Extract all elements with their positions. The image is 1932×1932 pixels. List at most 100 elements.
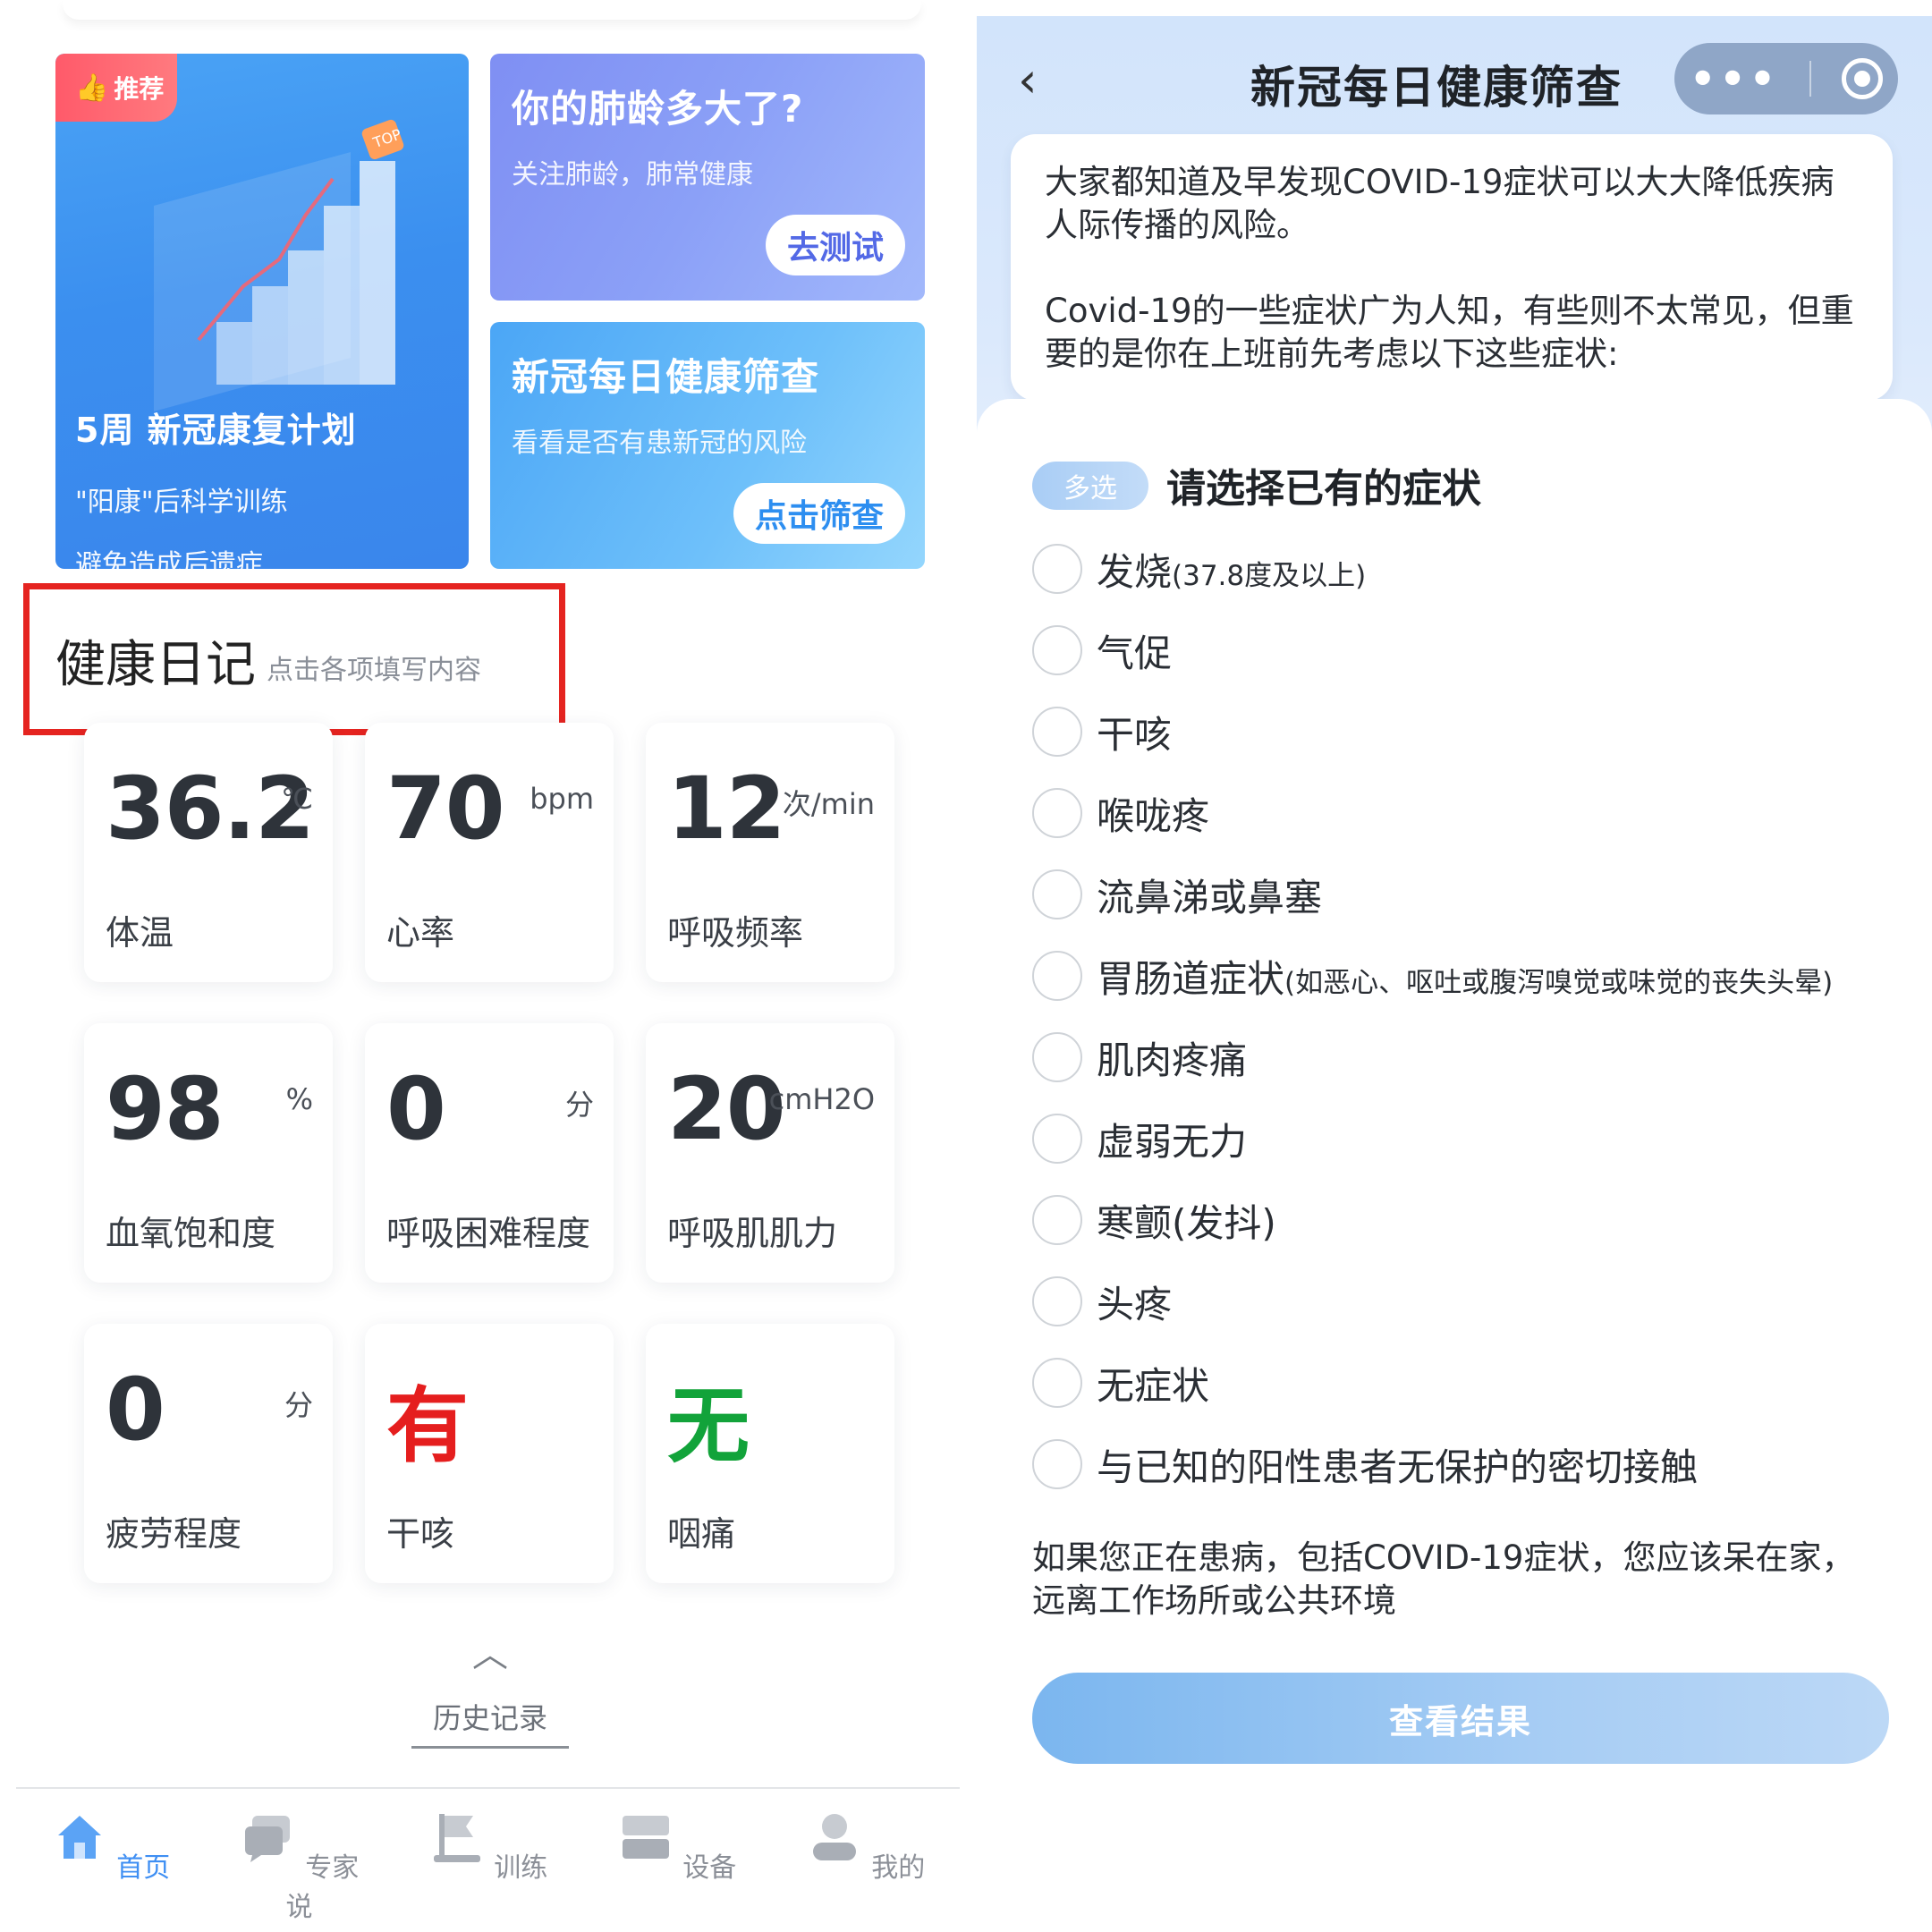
checkbox-circle-icon[interactable] <box>1032 951 1082 1001</box>
checkbox-circle-icon[interactable] <box>1032 1358 1082 1408</box>
home-icon <box>57 1816 101 1859</box>
lung-test-button[interactable]: 去测试 <box>765 215 905 275</box>
symptom-form: 多选 请选择已有的症状 发烧(37.8度及以上) 气促 干咳 喉咙疼 流鼻涕或鼻… <box>977 399 1932 1932</box>
flag-icon <box>433 1814 480 1862</box>
checkbox-circle-icon[interactable] <box>1032 544 1082 594</box>
metric-label: 干咳 <box>386 1514 455 1554</box>
covid-screening-card[interactable]: 新冠每日健康筛查 看看是否有患新冠的风险 点击筛查 <box>490 322 925 569</box>
metric-value: 有 <box>386 1378 469 1474</box>
view-result-button[interactable]: 查看结果 <box>1032 1673 1889 1764</box>
checkbox-circle-icon[interactable] <box>1032 1032 1082 1082</box>
tab-experts[interactable]: 专家说 <box>228 1809 371 1932</box>
checkbox-circle-icon[interactable] <box>1032 869 1082 919</box>
metric-unit: 次/min <box>782 787 875 821</box>
metric-value: 20 <box>667 1059 786 1159</box>
tab-label: 专家说 <box>285 1852 360 1923</box>
checkbox-circle-icon[interactable] <box>1032 1439 1082 1489</box>
metric-label: 呼吸频率 <box>667 913 804 953</box>
chevron-up-icon: ︿ <box>472 1634 508 1675</box>
checkbox-circle-icon[interactable] <box>1032 625 1082 675</box>
multi-select-tag: 多选 <box>1032 462 1148 510</box>
metric-label: 疲劳程度 <box>106 1514 242 1554</box>
option-label: 虚弱无力 <box>1097 1119 1248 1164</box>
option-label: 气促 <box>1097 631 1173 675</box>
option-weakness[interactable]: 虚弱无力 <box>1032 1112 1247 1165</box>
metric-respiratory-rate[interactable]: 12 次/min 呼吸频率 <box>646 723 894 982</box>
chat-icon <box>244 1816 290 1862</box>
question-title: 请选择已有的症状 <box>1166 466 1481 512</box>
checkbox-circle-icon[interactable] <box>1032 1195 1082 1245</box>
option-fever[interactable]: 发烧(37.8度及以上) <box>1032 542 1366 596</box>
option-dry-cough[interactable]: 干咳 <box>1032 705 1172 758</box>
metric-unit: cmH2O <box>768 1082 875 1116</box>
user-icon <box>812 1814 856 1860</box>
checkbox-circle-icon[interactable] <box>1032 788 1082 838</box>
tab-me[interactable]: 我的 <box>794 1809 937 1932</box>
metric-unit: 分 <box>284 1388 313 1422</box>
option-label: 肌肉疼痛 <box>1097 1038 1248 1082</box>
close-target-icon[interactable] <box>1842 58 1884 99</box>
option-label: 发烧 <box>1097 549 1173 594</box>
checkbox-circle-icon[interactable] <box>1032 1276 1082 1326</box>
tab-home[interactable]: 首页 <box>39 1809 182 1932</box>
recovery-plan-card[interactable]: 👍 推荐 TOP 5周 新冠康复计划 "阳康"后科学训练 避免造成后遗症 <box>55 54 469 569</box>
metric-unit: bpm <box>530 782 594 816</box>
tab-label: 设备 <box>682 1852 737 1884</box>
tab-label: 训练 <box>494 1852 548 1884</box>
option-label: 无症状 <box>1097 1363 1210 1408</box>
lung-age-title: 你的肺龄多大了? <box>512 87 804 131</box>
plan-title: 5周 新冠康复计划 <box>75 411 357 450</box>
metric-label: 咽痛 <box>667 1514 736 1554</box>
lung-age-card[interactable]: 你的肺龄多大了? 关注肺龄，肺常健康 去测试 <box>490 54 925 301</box>
metric-label: 血氧饱和度 <box>106 1214 276 1253</box>
option-label: 与已知的阳性患者无保护的密切接触 <box>1097 1445 1699 1489</box>
option-no-symptoms[interactable]: 无症状 <box>1032 1356 1209 1410</box>
screening-screen: ‹ 新冠每日健康筛查 ••• 大家都知道及早发现COVID-19症状可以大大降低… <box>977 0 1932 1932</box>
option-runny-nose[interactable]: 流鼻涕或鼻塞 <box>1032 868 1322 921</box>
metric-spo2[interactable]: 98 % 血氧饱和度 <box>84 1023 333 1283</box>
option-gi-symptoms[interactable]: 胃肠道症状(如恶心、呕吐或腹泻嗅觉或味觉的丧失头晕) <box>1032 949 1833 1003</box>
option-label: 胃肠道症状 <box>1097 956 1285 1001</box>
tab-training[interactable]: 训练 <box>417 1809 560 1932</box>
bar-chart-illustration-icon: TOP <box>154 119 403 411</box>
metric-value: 12 <box>667 758 786 859</box>
tab-devices[interactable]: 设备 <box>606 1809 749 1932</box>
screening-button[interactable]: 点击筛查 <box>733 483 905 544</box>
bottom-tab-bar: 首页 专家说 训练 设备 我的 <box>16 1787 960 1932</box>
metric-heart-rate[interactable]: 70 bpm 心率 <box>365 723 614 982</box>
metric-label: 心率 <box>386 913 455 953</box>
metric-temperature[interactable]: 36.2 ℃ 体温 <box>84 723 333 982</box>
metric-value: 无 <box>667 1378 750 1474</box>
metric-label: 呼吸肌肌力 <box>667 1214 838 1253</box>
plan-line-2: 避免造成后遗症 <box>75 549 263 569</box>
metric-dry-cough[interactable]: 有 干咳 <box>365 1324 614 1583</box>
metric-value: 98 <box>106 1059 225 1159</box>
checkbox-circle-icon[interactable] <box>1032 1114 1082 1164</box>
health-diary-title: 健康日记 <box>55 636 256 694</box>
metric-respiratory-muscle[interactable]: 20 cmH2O 呼吸肌肌力 <box>646 1023 894 1283</box>
history-link[interactable]: ︿ 历史记录 <box>411 1637 569 1749</box>
advice-text: 如果您正在患病，包括COVID-19症状，您应该呆在家，远离工作场所或公共环境 <box>1032 1538 1855 1620</box>
checkbox-circle-icon[interactable] <box>1032 707 1082 757</box>
option-sore-throat[interactable]: 喉咙疼 <box>1032 786 1209 840</box>
metric-unit: 分 <box>564 1088 594 1122</box>
option-label: 干咳 <box>1097 712 1173 757</box>
option-label: 寒颤(发抖) <box>1097 1200 1276 1245</box>
option-label: 头疼 <box>1097 1282 1173 1326</box>
option-muscle-pain[interactable]: 肌肉疼痛 <box>1032 1030 1247 1084</box>
metric-dyspnea[interactable]: 0 分 呼吸困难程度 <box>365 1023 614 1283</box>
option-label: 流鼻涕或鼻塞 <box>1097 875 1323 919</box>
device-icon <box>622 1816 669 1859</box>
option-shortness-of-breath[interactable]: 气促 <box>1032 623 1172 677</box>
option-headache[interactable]: 头疼 <box>1032 1275 1172 1328</box>
metric-fatigue[interactable]: 0 分 疲劳程度 <box>84 1324 333 1583</box>
screening-subtitle: 看看是否有患新冠的风险 <box>512 428 807 459</box>
tab-label: 我的 <box>871 1852 926 1884</box>
more-dots-icon[interactable]: ••• <box>1690 55 1779 103</box>
metric-value: 0 <box>386 1059 446 1159</box>
home-screen: 👍 推荐 TOP 5周 新冠康复计划 "阳康"后科学训练 避免造成后遗症 你的肺… <box>0 0 970 1932</box>
recommend-badge-label: 推荐 <box>114 74 165 104</box>
metric-sore-throat[interactable]: 无 咽痛 <box>646 1324 894 1583</box>
option-chills[interactable]: 寒颤(发抖) <box>1032 1193 1276 1247</box>
option-close-contact[interactable]: 与已知的阳性患者无保护的密切接触 <box>1032 1437 1698 1491</box>
